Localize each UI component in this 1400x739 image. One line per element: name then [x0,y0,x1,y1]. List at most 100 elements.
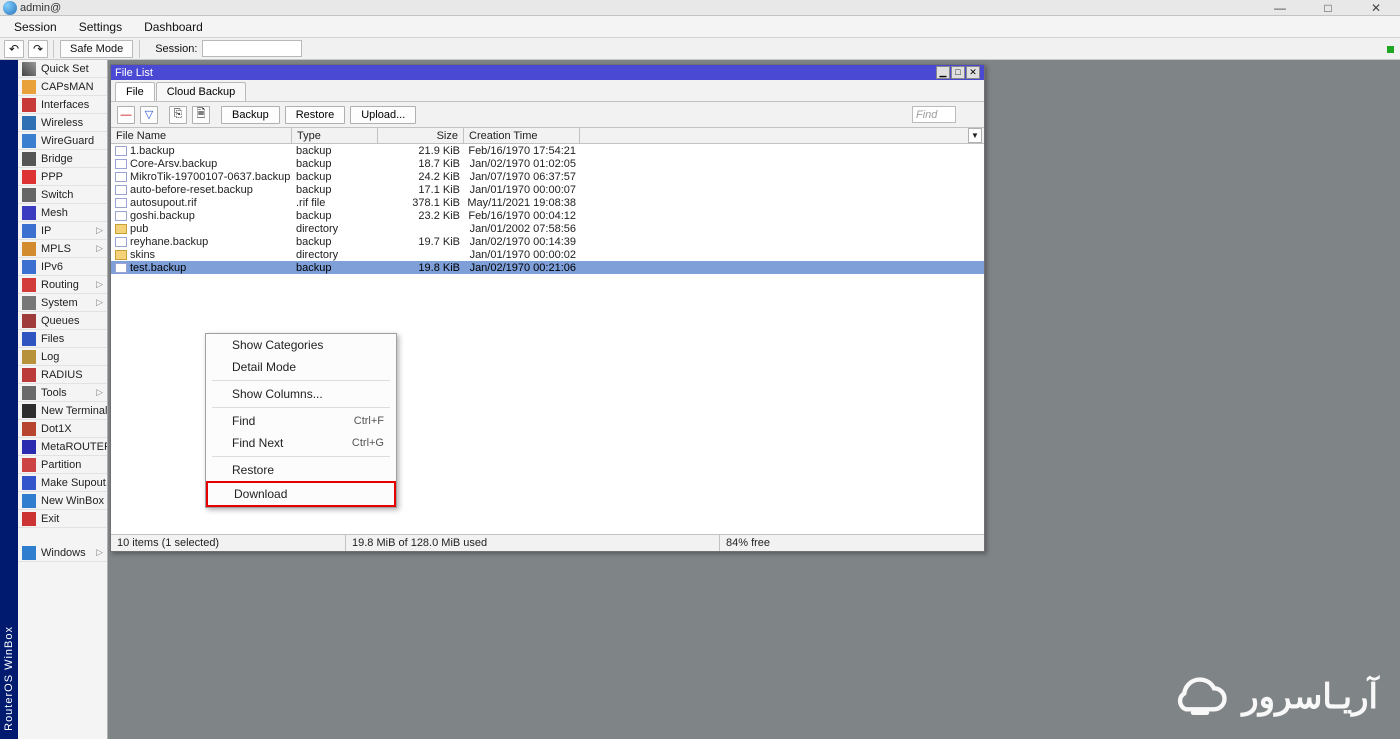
paste-button[interactable]: 🗎 [192,106,210,124]
col-size[interactable]: Size [378,128,464,143]
sidebar-item-partition[interactable]: Partition [18,456,107,474]
menu-settings[interactable]: Settings [68,17,133,37]
table-row[interactable]: 1.backupbackup21.9 KiBFeb/16/1970 17:54:… [111,144,984,157]
backup-button[interactable]: Backup [221,106,280,124]
sidebar-item-system[interactable]: System ▷ [18,294,107,312]
ctx-show-columns-[interactable]: Show Columns... [206,383,396,405]
inner-minimize-button[interactable]: ▁ [936,66,950,79]
sidebar-item-make-supout-rif[interactable]: Make Supout.rif [18,474,107,492]
file-name: reyhane.backup [130,236,208,248]
exit-icon [22,512,36,526]
sidebar-item-switch[interactable]: Switch [18,186,107,204]
sidebar-item-new-terminal[interactable]: New Terminal [18,402,107,420]
sidebar-item-files[interactable]: Files [18,330,107,348]
sidebar-item-label: MetaROUTER [41,441,107,453]
sidebar-item-dot1x[interactable]: Dot1X [18,420,107,438]
chevron-right-icon: ▷ [96,225,103,236]
file-type: .rif file [292,197,378,209]
action-row: — ▽ ⎘ 🗎 Backup Restore Upload... Find [111,102,984,128]
sidebar-item-label: Switch [41,189,73,201]
menu-dashboard[interactable]: Dashboard [133,17,214,37]
file-date: May/11/2021 19:08:38 [464,197,580,209]
ctx-restore[interactable]: Restore [206,459,396,481]
sidebar-item-mpls[interactable]: MPLS▷ [18,240,107,258]
columns-dropdown-icon[interactable]: ▼ [968,128,982,143]
safemode-button[interactable]: Safe Mode [60,40,133,58]
table-row[interactable]: MikroTik-19700107-0637.backupbackup24.2 … [111,170,984,183]
col-type[interactable]: Type [292,128,378,143]
sidebar-item-radius[interactable]: RADIUS [18,366,107,384]
ip-icon [22,224,36,238]
back-button[interactable]: ↶ [4,40,24,58]
ctx-show-categories[interactable]: Show Categories [206,334,396,356]
sidebar-item-tools[interactable]: Tools▷ [18,384,107,402]
table-row[interactable]: auto-before-reset.backupbackup17.1 KiBJa… [111,183,984,196]
file-date: Feb/16/1970 17:54:21 [464,145,580,157]
sidebar-item-label: Mesh [41,207,68,219]
mesh-icon [22,206,36,220]
file-date: Jan/01/1970 00:00:07 [464,184,580,196]
sidebar-item-exit[interactable]: Exit [18,510,107,528]
menu-session[interactable]: Session [3,17,68,37]
sidebar-item-capsman[interactable]: CAPsMAN [18,78,107,96]
sidebar-item-wireguard[interactable]: WireGuard [18,132,107,150]
file-date: Jan/02/1970 00:14:39 [464,236,580,248]
status-usage: 19.8 MiB of 128.0 MiB used [346,535,720,551]
ctx-detail-mode[interactable]: Detail Mode [206,356,396,378]
table-row[interactable]: Core-Arsv.backupbackup18.7 KiBJan/02/197… [111,157,984,170]
table-row[interactable]: pubdirectoryJan/01/2002 07:58:56 [111,222,984,235]
copy-button[interactable]: ⎘ [169,106,187,124]
table-row[interactable]: skinsdirectoryJan/01/1970 00:00:02 [111,248,984,261]
chevron-right-icon: ▷ [96,297,103,308]
sidebar-item-ipv6[interactable]: IPv6 [18,258,107,276]
table-row[interactable]: reyhane.backupbackup19.7 KiBJan/02/1970 … [111,235,984,248]
filter-button[interactable]: ▽ [140,106,158,124]
tab-cloud-backup[interactable]: Cloud Backup [156,82,247,101]
file-name: auto-before-reset.backup [130,184,253,196]
inner-close-button[interactable]: ✕ [966,66,980,79]
sidebar-item-label: CAPsMAN [41,81,94,93]
sidebar-item-label: New Terminal [41,405,107,417]
restore-button[interactable]: Restore [285,106,346,124]
session-input[interactable] [202,40,302,57]
close-button[interactable]: ✕ [1352,0,1400,16]
sidebar-item-ppp[interactable]: PPP [18,168,107,186]
menu-separator [212,456,390,457]
forward-button[interactable]: ↷ [28,40,48,58]
sidebar-item-label: System [41,297,78,309]
tab-file[interactable]: File [115,82,155,101]
sidebar-item-interfaces[interactable]: Interfaces [18,96,107,114]
sidebar-item-metarouter[interactable]: MetaROUTER [18,438,107,456]
inner-maximize-button[interactable]: □ [951,66,965,79]
maximize-button[interactable]: □ [1304,0,1352,16]
col-date[interactable]: Creation Time [464,128,580,143]
sidebar-item-windows[interactable]: Windows▷ [18,544,107,562]
table-row[interactable]: autosupout.rif.rif file378.1 KiBMay/11/2… [111,196,984,209]
sidebar-item-log[interactable]: Log [18,348,107,366]
ctx-download[interactable]: Download [206,481,396,507]
ctx-find[interactable]: FindCtrl+F [206,410,396,432]
file-icon [115,198,127,208]
file-date: Jan/07/1970 06:37:57 [464,171,580,183]
remove-button[interactable]: — [117,106,135,124]
radius-icon [22,368,36,382]
upload-button[interactable]: Upload... [350,106,416,124]
sidebar-item-ip[interactable]: IP▷ [18,222,107,240]
find-input[interactable]: Find [912,106,956,123]
sidebar-item-bridge[interactable]: Bridge [18,150,107,168]
file-size: 24.2 KiB [378,171,464,183]
sidebar-item-new-winbox[interactable]: New WinBox [18,492,107,510]
bridge-icon [22,152,36,166]
minimize-button[interactable]: — [1256,0,1304,16]
sidebar-item-wireless[interactable]: Wireless [18,114,107,132]
sidebar-item-routing[interactable]: Routing▷ [18,276,107,294]
table-row[interactable]: goshi.backupbackup23.2 KiBFeb/16/1970 00… [111,209,984,222]
ctx-find-next[interactable]: Find NextCtrl+G [206,432,396,454]
sidebar-item-queues[interactable]: Queues [18,312,107,330]
table-row[interactable]: test.backupbackup19.8 KiBJan/02/1970 00:… [111,261,984,274]
sidebar-item-quick-set[interactable]: Quick Set [18,60,107,78]
sidebar-item-mesh[interactable]: Mesh [18,204,107,222]
col-name[interactable]: File Name [111,128,292,143]
file-list-titlebar[interactable]: File List ▁ □ ✕ [111,65,984,80]
file-icon [115,211,127,221]
